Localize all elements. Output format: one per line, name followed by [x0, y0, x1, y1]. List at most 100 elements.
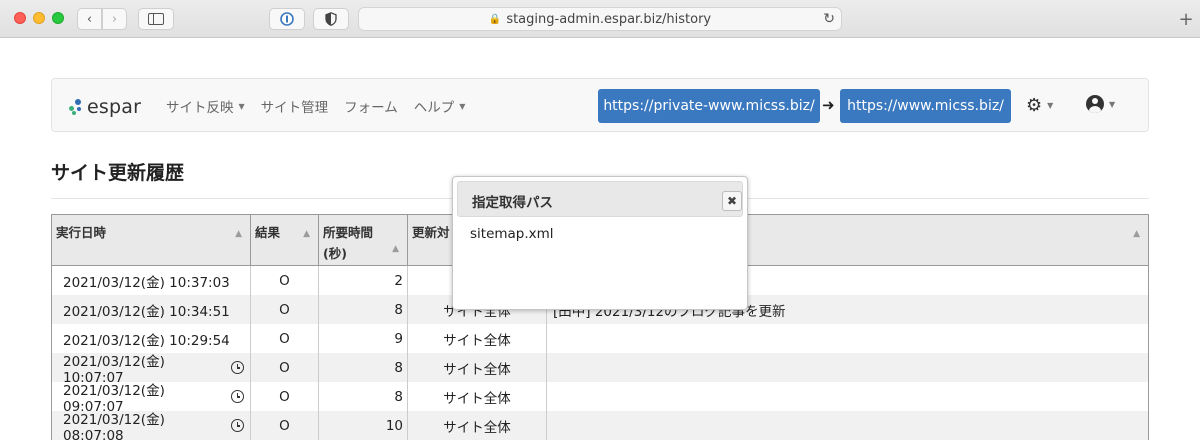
zoom-window-button[interactable]: [52, 12, 64, 24]
settings-menu-button[interactable]: ⚙ ▼: [1026, 95, 1053, 116]
cell-result-text: O: [279, 301, 290, 318]
cell-target: サイト全体: [408, 353, 547, 382]
caret-down-icon: ▼: [1109, 99, 1116, 109]
espar-logo-icon: [68, 98, 84, 116]
clock-icon: [231, 419, 244, 432]
column-header-executed-at[interactable]: 実行日時 ▲: [52, 215, 251, 265]
menu-item-site-publish[interactable]: サイト反映 ▼: [166, 96, 245, 116]
popup-title: 指定取得パス: [472, 195, 553, 211]
plus-icon: +: [1178, 8, 1194, 30]
cell-executed-at-text: 2021/03/12(金) 10:37:03: [63, 274, 230, 291]
address-url: staging-admin.espar.biz/history: [506, 11, 712, 27]
column-header-duration[interactable]: 所要時間 (秒) ▲: [319, 215, 408, 265]
minimize-window-button[interactable]: [33, 12, 45, 24]
new-tab-button[interactable]: +: [1175, 8, 1197, 30]
logo-text: espar: [87, 96, 142, 118]
path-popup: 指定取得パス ✖ sitemap.xml: [452, 176, 748, 310]
shield-icon: [325, 12, 337, 26]
cell-duration-text: 8: [394, 301, 403, 318]
cell-duration-text: 8: [394, 388, 403, 405]
gear-icon: ⚙: [1026, 95, 1043, 116]
browser-chrome: ‹ › 🔒 staging-admin.espar.biz/history ↻ …: [0, 0, 1200, 38]
cell-result: O: [251, 266, 319, 295]
cell-note: [547, 382, 1148, 411]
column-header-result[interactable]: 結果 ▲: [251, 215, 319, 265]
cell-result: O: [251, 382, 319, 411]
clock-icon: [231, 390, 244, 403]
popup-header: 指定取得パス ✖: [457, 181, 743, 217]
cell-executed-at-text: 2021/03/12(金) 10:34:51: [63, 303, 230, 320]
cell-duration: 8: [319, 295, 408, 324]
sort-up-icon: ▲: [235, 229, 242, 239]
cell-target-text: サイト全体: [443, 419, 511, 436]
cell-result-text: O: [279, 272, 290, 289]
cell-result: O: [251, 411, 319, 440]
cell-result-text: O: [279, 330, 290, 347]
sidebar-icon: [148, 13, 164, 25]
menu-item-label: ヘルプ: [413, 100, 455, 116]
menu-item-label: サイト反映: [166, 100, 234, 116]
caret-down-icon: ▼: [1047, 101, 1054, 110]
privacy-shield-button[interactable]: [313, 8, 349, 30]
cell-target: サイト全体: [408, 411, 547, 440]
header-label-unit: (秒): [323, 246, 347, 261]
sort-up-icon: ▲: [1133, 229, 1140, 239]
cell-target: サイト全体: [408, 324, 547, 353]
target-url-button[interactable]: https://www.micss.biz/: [840, 89, 1011, 123]
password-manager-icon: [280, 12, 294, 26]
cell-duration-text: 9: [394, 330, 403, 347]
table-row: 2021/03/12(金) 08:07:08 O 10 サイト全体: [52, 411, 1148, 444]
back-button[interactable]: ‹: [77, 8, 102, 30]
cell-result-text: O: [279, 359, 290, 376]
menu-item-label: フォーム: [344, 100, 398, 116]
cell-duration-text: 10: [385, 417, 403, 434]
chevron-left-icon: ‹: [86, 11, 93, 27]
popup-path-text: sitemap.xml: [470, 226, 554, 242]
caret-down-icon: ▼: [238, 101, 245, 111]
cell-note: [547, 353, 1148, 382]
cell-duration-text: 2: [394, 272, 403, 289]
cell-executed-at-text: 2021/03/12(金) 08:07:08: [63, 411, 165, 444]
chevron-right-icon: ›: [111, 11, 118, 27]
header-label: 更新対: [412, 225, 450, 240]
caret-down-icon: ▼: [459, 101, 466, 111]
cell-target-text: サイト全体: [443, 332, 511, 349]
cell-duration-text: 8: [394, 359, 403, 376]
menu-item-help[interactable]: ヘルプ ▼: [414, 96, 466, 116]
cell-result-text: O: [279, 388, 290, 405]
menu-item-form[interactable]: フォーム: [344, 96, 398, 116]
cell-executed-at-text: 2021/03/12(金) 10:29:54: [63, 332, 230, 349]
cell-duration: 2: [319, 266, 408, 295]
source-url-button[interactable]: https://private-www.micss.biz/: [598, 89, 820, 123]
cell-duration: 8: [319, 353, 408, 382]
lock-icon: 🔒: [488, 13, 502, 25]
cell-result-text: O: [279, 417, 290, 434]
address-bar[interactable]: 🔒 staging-admin.espar.biz/history ↻: [358, 7, 842, 31]
logo[interactable]: espar: [68, 96, 141, 118]
sort-up-icon: ▲: [392, 244, 399, 254]
user-menu-button[interactable]: ▼: [1086, 95, 1115, 113]
clock-icon: [231, 361, 244, 374]
app-navbar: espar サイト反映 ▼ サイト管理 フォーム ヘルプ ▼ https://pri…: [51, 78, 1149, 132]
sidebar-toggle-button[interactable]: [138, 8, 174, 30]
cell-result: O: [251, 324, 319, 353]
cell-note: [547, 411, 1148, 440]
cell-target: サイト全体: [408, 382, 547, 411]
reload-icon[interactable]: ↻: [823, 11, 835, 27]
close-button[interactable]: ✖: [722, 191, 742, 211]
cell-executed-at: 2021/03/12(金) 10:37:03: [52, 266, 251, 295]
forward-button[interactable]: ›: [102, 8, 127, 30]
header-label: 実行日時: [56, 225, 107, 240]
close-icon: ✖: [726, 194, 738, 208]
cell-result: O: [251, 295, 319, 324]
page-title: サイト更新履歴: [51, 162, 185, 184]
menu-item-label: サイト管理: [260, 100, 329, 116]
cell-target-text: サイト全体: [443, 390, 511, 407]
cell-duration: 8: [319, 382, 408, 411]
arrow-right-icon: ➜: [822, 96, 835, 114]
menu-item-site-management[interactable]: サイト管理: [261, 96, 329, 116]
password-manager-button[interactable]: [269, 8, 305, 30]
close-window-button[interactable]: [14, 12, 26, 24]
cell-executed-at: 2021/03/12(金) 08:07:08: [52, 411, 251, 444]
cell-duration: 9: [319, 324, 408, 353]
